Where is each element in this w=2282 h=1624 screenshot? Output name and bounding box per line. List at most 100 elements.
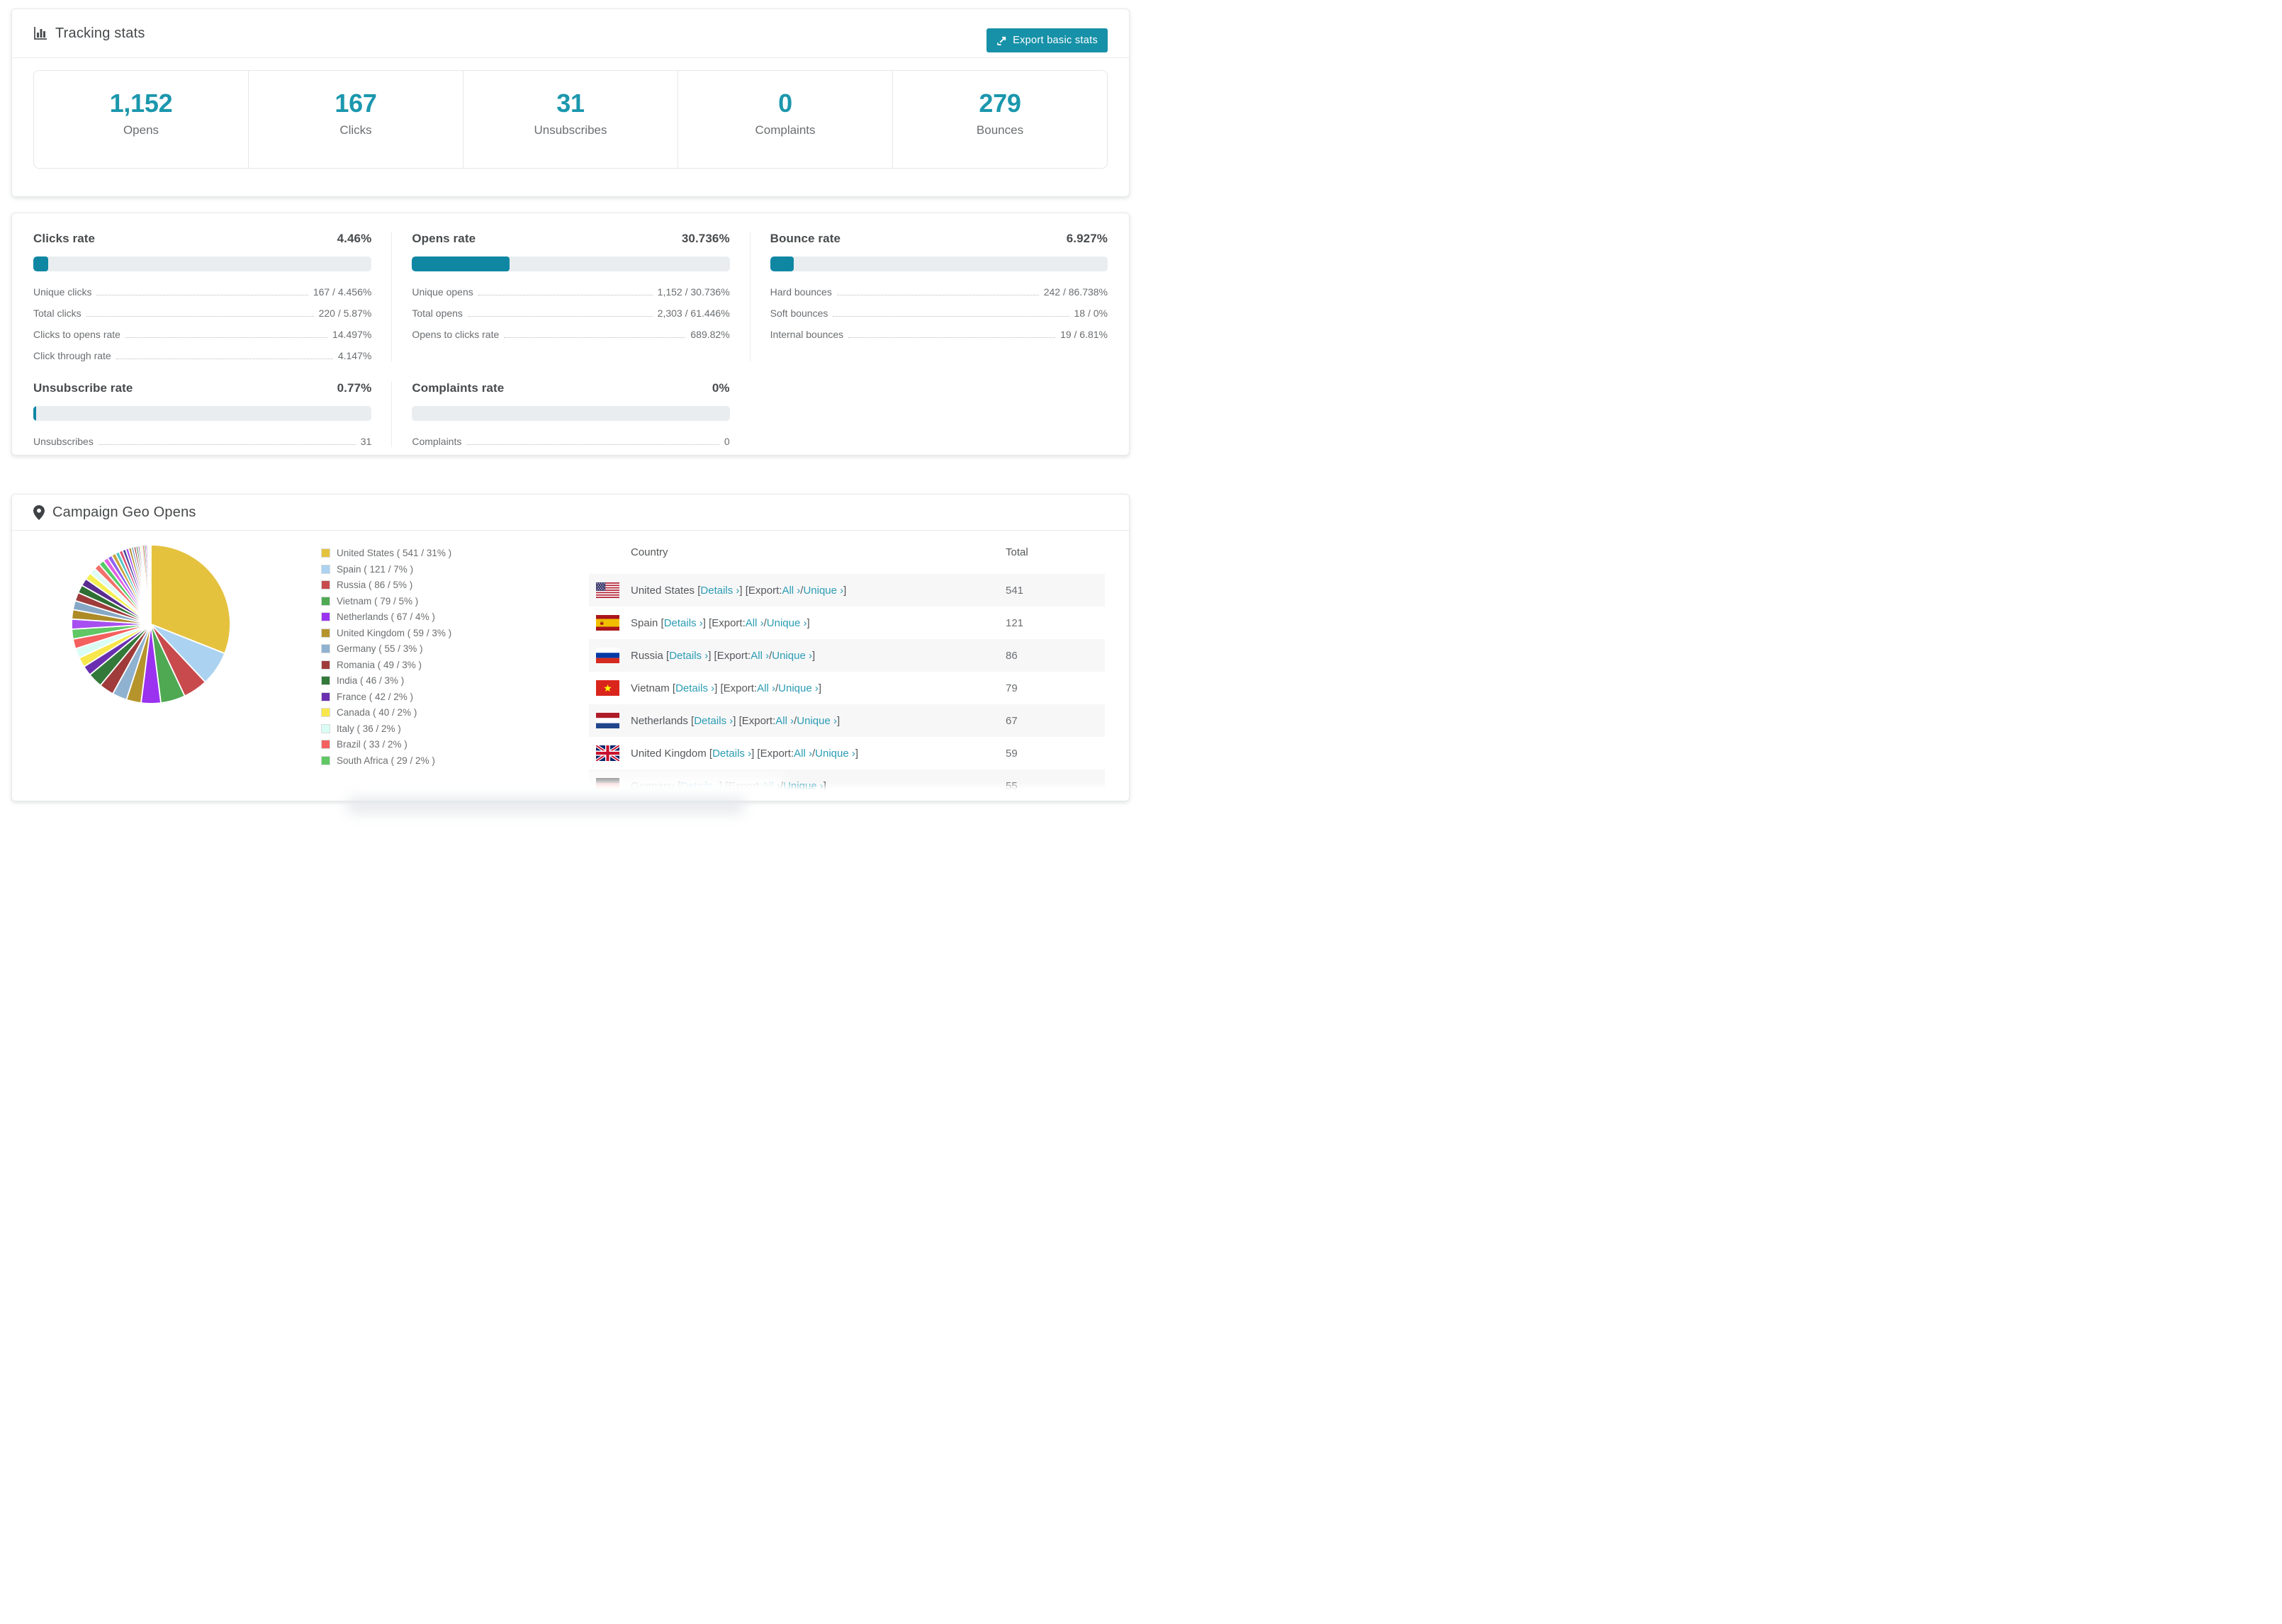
legend-swatch (321, 580, 330, 590)
rate-panel-opens-rate: Opens rate 30.736% Unique opens 1,152 / … (391, 232, 749, 361)
stat-row-hard-bounces: Hard bounces 242 / 86.738% (770, 286, 1108, 298)
stat-value: 18 / 0% (1074, 308, 1108, 319)
stat-value: 1,152 / 30.736% (657, 286, 730, 298)
stat-row-unique-clicks: Unique clicks 167 / 4.456% (33, 286, 371, 298)
stat-row-clicks-to-opens-rate: Clicks to opens rate 14.497% (33, 329, 371, 340)
stat-label: Internal bounces (770, 329, 844, 340)
export-all-link-vietnam[interactable]: All › (757, 682, 775, 694)
summary-value: 167 (335, 89, 377, 118)
details-link-spain[interactable]: Details › (664, 617, 703, 629)
tracking-stats-header: Tracking stats Export basic stats (12, 9, 1129, 58)
stat-label: Total opens (412, 308, 463, 319)
export-unique-link-spain[interactable]: Unique › (767, 617, 807, 629)
dotted-leader (98, 444, 356, 445)
stat-label: Complaints (412, 436, 462, 447)
page-title: Tracking stats (55, 25, 145, 41)
country-total: 541 (1006, 584, 1024, 597)
legend-label: Canada ( 40 / 2% ) (337, 707, 417, 718)
rate-panel-bounce-rate: Bounce rate 6.927% Hard bounces 242 / 86… (749, 232, 1108, 361)
legend-item-india: India ( 46 / 3% ) (321, 675, 589, 686)
legend-item-brazil: Brazil ( 33 / 2% ) (321, 739, 589, 750)
stat-label: Hard bounces (770, 286, 832, 298)
legend-item-spain: Spain ( 121 / 7% ) (321, 564, 589, 575)
rates-row-2: Unsubscribe rate 0.77% Unsubscribes 31 C… (33, 381, 1108, 447)
country-name: Netherlands [ (631, 714, 695, 727)
stat-value: 689.82% (690, 329, 730, 340)
legend-item-south-africa: South Africa ( 29 / 2% ) (321, 755, 589, 766)
flag-gb-icon (596, 745, 619, 761)
stat-row-complaints: Complaints 0 (412, 436, 729, 447)
rate-title: Complaints rate (412, 381, 505, 395)
export-all-link-united-kingdom[interactable]: All › (794, 748, 812, 760)
export-unique-link-netherlands[interactable]: Unique › (797, 715, 837, 727)
country-name: United Kingdom [ (631, 747, 713, 760)
summary-value: 0 (778, 89, 792, 118)
rate-panel-unsubscribe-rate: Unsubscribe rate 0.77% Unsubscribes 31 (33, 381, 391, 447)
export-all-link-united-states[interactable]: All › (782, 585, 800, 597)
summary-label: Clicks (339, 123, 372, 137)
dotted-leader (86, 316, 314, 317)
legend-swatch (321, 692, 330, 701)
details-link-russia[interactable]: Details › (669, 650, 708, 662)
legend-item-romania: Romania ( 49 / 3% ) (321, 660, 589, 670)
summary-value: 279 (979, 89, 1021, 118)
legend-item-italy: Italy ( 36 / 2% ) (321, 723, 589, 734)
country-total: 121 (1006, 616, 1024, 629)
details-link-united-states[interactable]: Details › (700, 585, 739, 597)
dotted-leader (125, 337, 328, 338)
legend-label: Netherlands ( 67 / 4% ) (337, 611, 435, 622)
summary-label: Bounces (976, 123, 1024, 137)
legend-swatch (321, 548, 330, 558)
export-unique-link-vietnam[interactable]: Unique › (778, 682, 819, 694)
legend-label: Germany ( 55 / 3% ) (337, 643, 423, 654)
progress-bar-opens-rate (412, 256, 730, 271)
country-total: 67 (1006, 714, 1018, 727)
export-unique-link-united-kingdom[interactable]: Unique › (815, 748, 855, 760)
export-all-link-netherlands[interactable]: All › (775, 715, 794, 727)
stat-row-unsubscribes: Unsubscribes 31 (33, 436, 371, 447)
summary-box: 1,152 Opens 167 Clicks 31 Unsubscribes 0… (33, 70, 1108, 169)
rate-title: Bounce rate (770, 232, 841, 245)
stat-value: 31 (360, 436, 372, 447)
table-row-united-kingdom: United Kingdom [Details ›] [Export: All … (589, 737, 1105, 769)
summary-cell-unsubscribes: 31 Unsubscribes (463, 71, 678, 168)
campaign-geo-opens-card: Campaign Geo Opens United States ( 541 /… (11, 494, 1130, 801)
geo-table-wrap: Country Total United States [Details ›] … (589, 531, 1105, 801)
details-link-netherlands[interactable]: Details › (694, 715, 733, 727)
legend-label: Brazil ( 33 / 2% ) (337, 739, 408, 750)
summary-cell-opens: 1,152 Opens (34, 71, 248, 168)
stat-row-internal-bounces: Internal bounces 19 / 6.81% (770, 329, 1108, 340)
legend-swatch (321, 723, 330, 733)
stat-value: 167 / 4.456% (313, 286, 372, 298)
legend-swatch (321, 740, 330, 749)
export-button-label: Export basic stats (1013, 35, 1098, 46)
legend-label: Spain ( 121 / 7% ) (337, 563, 414, 575)
legend-item-france: France ( 42 / 2% ) (321, 692, 589, 702)
summary-cell-clicks: 167 Clicks (248, 71, 463, 168)
details-link-vietnam[interactable]: Details › (675, 682, 714, 694)
stat-label: Unique opens (412, 286, 473, 298)
pie-chart-svg (71, 544, 231, 704)
details-link-united-kingdom[interactable]: Details › (712, 748, 751, 760)
legend-item-germany: Germany ( 55 / 3% ) (321, 643, 589, 654)
country-total: 79 (1006, 682, 1018, 694)
render-artifact-blur (347, 798, 744, 813)
export-all-link-russia[interactable]: All › (751, 650, 769, 662)
stat-label: Clicks to opens rate (33, 329, 120, 340)
geo-body: United States ( 541 / 31% ) Spain ( 121 … (12, 531, 1129, 801)
export-all-link-spain[interactable]: All › (746, 617, 764, 629)
export-unique-link-united-states[interactable]: Unique › (803, 585, 843, 597)
stat-label: Unsubscribes (33, 436, 94, 447)
geo-header: Campaign Geo Opens (12, 495, 1129, 531)
rates-card: Clicks rate 4.46% Unique clicks 167 / 4.… (11, 213, 1130, 456)
rate-value: 0.77% (337, 381, 372, 395)
rate-value: 30.736% (681, 232, 730, 245)
export-basic-stats-button[interactable]: Export basic stats (987, 28, 1108, 52)
dotted-leader (848, 337, 1056, 338)
export-unique-link-russia[interactable]: Unique › (772, 650, 812, 662)
stat-label: Unique clicks (33, 286, 92, 298)
dotted-leader (467, 316, 653, 317)
stat-value: 242 / 86.738% (1043, 286, 1108, 298)
rate-title: Clicks rate (33, 232, 96, 245)
legend-label: United States ( 541 / 31% ) (337, 548, 452, 558)
